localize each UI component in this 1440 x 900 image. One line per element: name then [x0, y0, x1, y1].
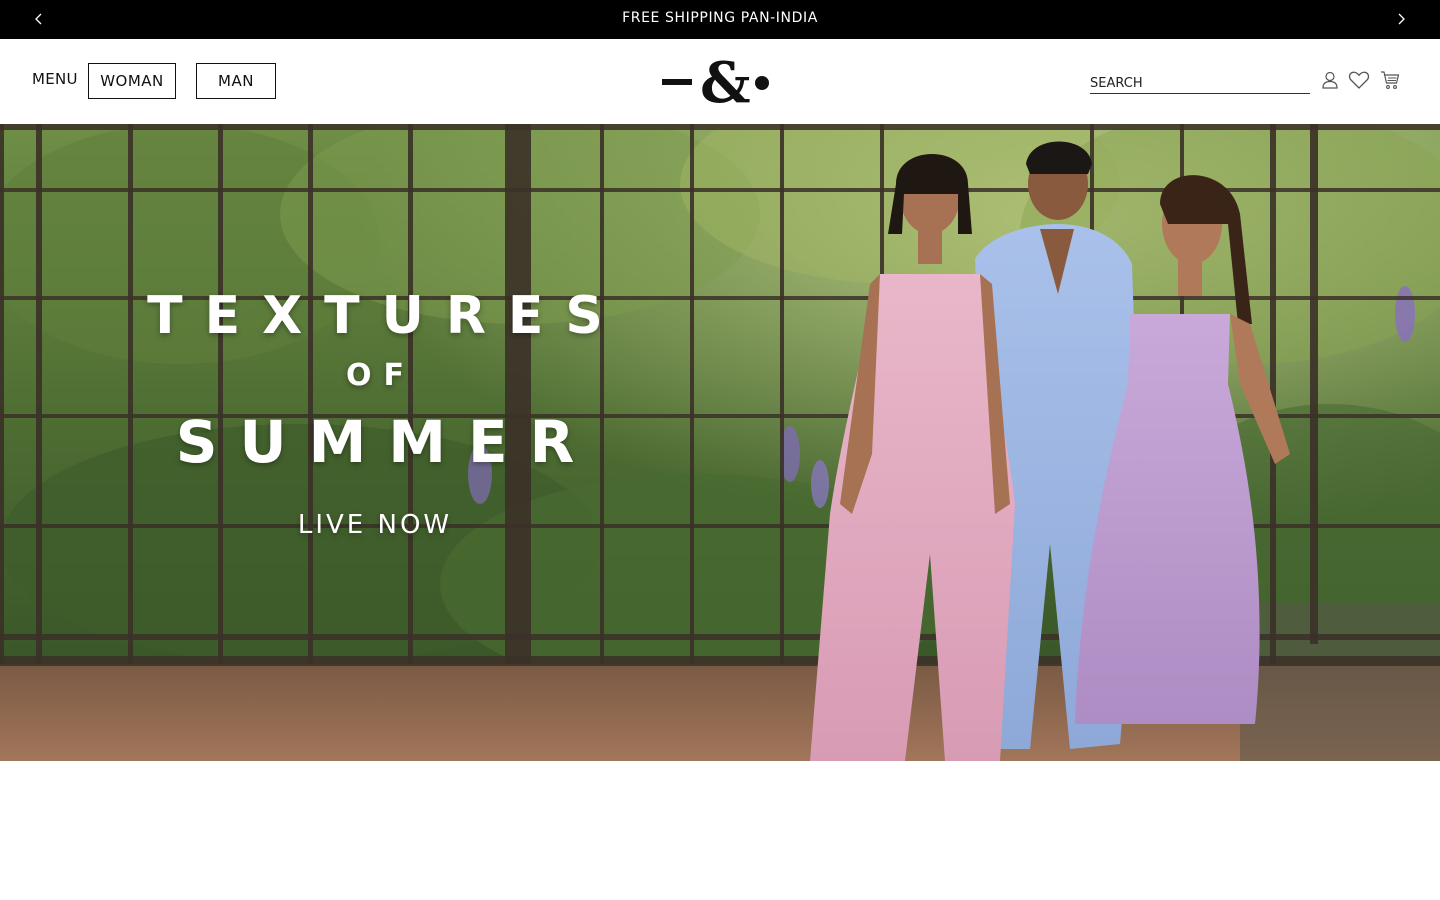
announcement-text: FREE SHIPPING PAN-INDIA [622, 10, 818, 26]
svg-text:&: & [700, 51, 751, 107]
live-now-link[interactable]: LIVE NOW [120, 510, 630, 540]
search-input[interactable] [1090, 73, 1310, 94]
site-header: MENU WOMAN MAN & [0, 39, 1440, 124]
man-button[interactable]: MAN [196, 63, 276, 99]
cart-icon[interactable] [1380, 70, 1400, 90]
menu-button[interactable]: MENU [32, 70, 78, 88]
hero-title-line2: OF [346, 358, 416, 393]
announcement-bar: FREE SHIPPING PAN-INDIA [0, 0, 1440, 39]
hero-headline: TEXTURES OF SUMMER LIVE NOW [120, 284, 630, 540]
user-icon[interactable] [1320, 70, 1340, 90]
search-field[interactable] [1090, 72, 1310, 94]
hero-banner[interactable]: TEXTURES OF SUMMER LIVE NOW [0, 124, 1440, 761]
hero-title-line3: SUMMER [175, 408, 597, 476]
heart-icon[interactable] [1348, 70, 1370, 90]
chevron-right-icon[interactable] [1392, 10, 1410, 28]
brand-logo[interactable]: & [660, 51, 772, 107]
hero-title-line1: TEXTURES [147, 286, 625, 346]
woman-button[interactable]: WOMAN [88, 63, 176, 99]
